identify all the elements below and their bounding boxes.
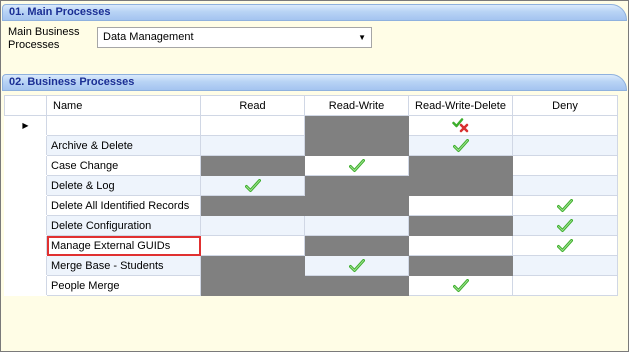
main-business-processes-select[interactable]: Data Management ▼ [97, 27, 372, 48]
permission-cell-read-write [304, 115, 409, 136]
row-selector[interactable] [4, 155, 47, 176]
permission-cell-read-write [304, 175, 409, 196]
permission-cell-read-write [304, 195, 409, 216]
column-header-read[interactable]: Read [200, 95, 305, 116]
process-name-cell[interactable]: Merge Base - Students [46, 255, 201, 276]
table-row[interactable]: Archive & Delete [4, 135, 618, 156]
check-icon [348, 258, 365, 272]
row-selector[interactable] [4, 135, 47, 156]
table-row[interactable]: Manage External GUIDs [4, 235, 618, 256]
permission-cell-read[interactable] [200, 135, 305, 156]
permission-cell-deny[interactable] [512, 235, 618, 256]
table-row[interactable]: Delete & Log [4, 175, 618, 196]
main-business-processes-label: Main Business Processes [8, 26, 80, 51]
permission-cell-read [200, 255, 305, 276]
table-row[interactable]: Merge Base - Students [4, 255, 618, 276]
row-selector[interactable] [4, 175, 47, 196]
permission-cell-read [200, 155, 305, 176]
permission-cell-read[interactable] [200, 215, 305, 236]
permission-cell-read-write-delete[interactable] [408, 115, 513, 136]
mixed-permission-icon [451, 117, 468, 132]
check-icon [452, 278, 469, 292]
permission-cell-read-write [304, 275, 409, 296]
permission-cell-read [200, 195, 305, 216]
permission-cell-read-write-delete [408, 175, 513, 196]
process-name-cell[interactable]: Delete & Log [46, 175, 201, 196]
check-icon [557, 218, 573, 232]
check-icon [348, 158, 365, 172]
permission-cell-read[interactable] [200, 235, 305, 256]
row-selector[interactable] [4, 255, 47, 276]
permission-cell-read-write-delete [408, 255, 513, 276]
permission-cell-read [200, 275, 305, 296]
permission-cell-read-write [304, 235, 409, 256]
permission-cell-read-write-delete[interactable] [408, 235, 513, 256]
permission-cell-deny[interactable] [512, 255, 618, 276]
row-selector[interactable] [4, 215, 47, 236]
process-name-cell[interactable]: Manage External GUIDs [46, 235, 201, 256]
process-name-cell[interactable]: Case Change [46, 155, 201, 176]
permission-cell-read-write[interactable] [304, 215, 409, 236]
row-selector[interactable] [4, 195, 47, 216]
check-icon [452, 138, 469, 152]
permission-cell-deny[interactable] [512, 135, 618, 156]
process-name-cell[interactable]: Delete All Identified Records [46, 195, 201, 216]
permission-cell-read-write-delete [408, 215, 513, 236]
row-selector-header [4, 95, 47, 116]
permission-cell-read-write-delete[interactable] [408, 135, 513, 156]
permission-cell-read-write [304, 135, 409, 156]
check-icon [244, 178, 261, 192]
permission-cell-read[interactable] [200, 115, 305, 136]
permission-cell-read-write-delete [408, 155, 513, 176]
main-processes-header: 01. Main Processes [2, 4, 627, 21]
permission-cell-deny[interactable] [512, 275, 618, 296]
main-business-processes-value: Data Management [103, 31, 194, 43]
permission-cell-deny[interactable] [512, 215, 618, 236]
table-row[interactable]: Delete Configuration [4, 215, 618, 236]
permission-cell-read-write-delete[interactable] [408, 275, 513, 296]
table-row[interactable]: ▶ Data Management [4, 115, 618, 136]
check-icon [557, 238, 573, 252]
permission-cell-read-write[interactable] [304, 155, 409, 176]
permission-cell-read[interactable] [200, 175, 305, 196]
row-selector[interactable] [4, 275, 47, 296]
permission-cell-read-write[interactable] [304, 255, 409, 276]
column-header-read-write-delete[interactable]: Read-Write-Delete [408, 95, 513, 116]
process-name-cell[interactable]: Delete Configuration [46, 215, 201, 236]
process-name-cell[interactable]: People Merge [46, 275, 201, 296]
check-icon [557, 198, 573, 212]
current-row-indicator-icon[interactable]: ▶ [4, 115, 47, 136]
table-row[interactable]: People Merge [4, 275, 618, 296]
permission-cell-deny[interactable] [512, 155, 618, 176]
permission-cell-deny[interactable] [512, 195, 618, 216]
process-name-cell[interactable]: Archive & Delete [46, 135, 201, 156]
dropdown-arrow-icon[interactable]: ▼ [358, 28, 366, 47]
column-header-read-write[interactable]: Read-Write [304, 95, 409, 116]
table-row[interactable]: Case Change [4, 155, 618, 176]
table-row[interactable]: Delete All Identified Records [4, 195, 618, 216]
column-header-name[interactable]: Name [46, 95, 201, 116]
permission-cell-deny[interactable] [512, 175, 618, 196]
business-processes-header: 02. Business Processes [2, 74, 627, 91]
business-processes-grid: Name Read Read-Write Read-Write-Delete D… [4, 95, 618, 296]
row-selector[interactable] [4, 235, 47, 256]
permission-cell-deny[interactable] [512, 115, 618, 136]
column-header-deny[interactable]: Deny [512, 95, 618, 116]
permission-cell-read-write-delete[interactable] [408, 195, 513, 216]
process-name-cell[interactable]: Data Management [46, 115, 201, 136]
